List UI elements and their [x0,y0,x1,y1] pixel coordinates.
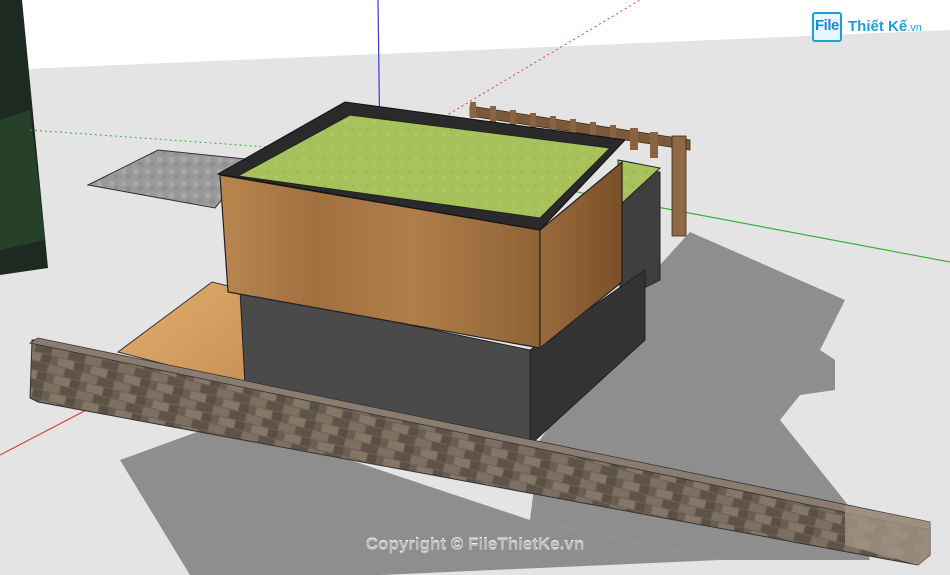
modeling-viewport[interactable]: File Thiết Kế.vn Copyright © FileThietKe… [0,0,950,575]
3d-scene[interactable] [0,0,950,575]
logo-domain-suffix: .vn [907,22,922,34]
site-logo[interactable]: File Thiết Kế.vn [812,12,922,42]
copyright-watermark: Copyright © FileThietKe.vn [365,535,585,554]
logo-brand-text: Thiết Kế.vn [848,18,922,35]
logo-file-text: File [815,17,839,34]
logo-brand-name: Thiết Kế [848,18,908,35]
